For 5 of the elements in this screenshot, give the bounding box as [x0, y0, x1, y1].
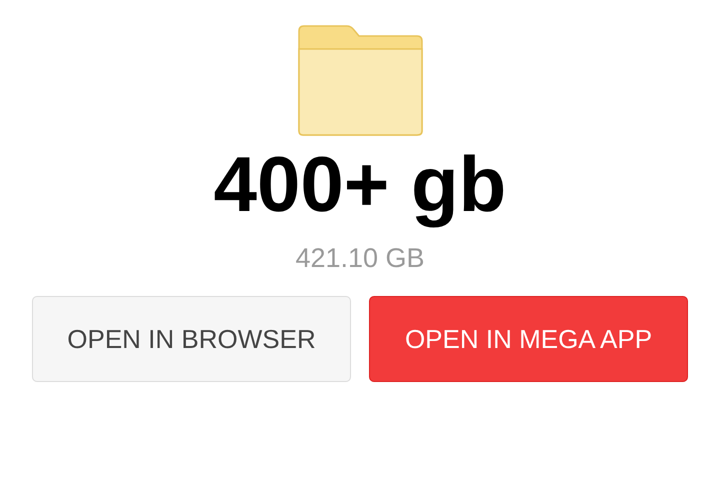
folder-size: 421.10 GB — [295, 243, 425, 274]
open-browser-button[interactable]: OPEN IN BROWSER — [32, 296, 351, 382]
open-app-button[interactable]: OPEN IN MEGA APP — [369, 296, 688, 382]
folder-icon — [297, 25, 423, 136]
folder-name: 400+ gb — [214, 139, 506, 229]
